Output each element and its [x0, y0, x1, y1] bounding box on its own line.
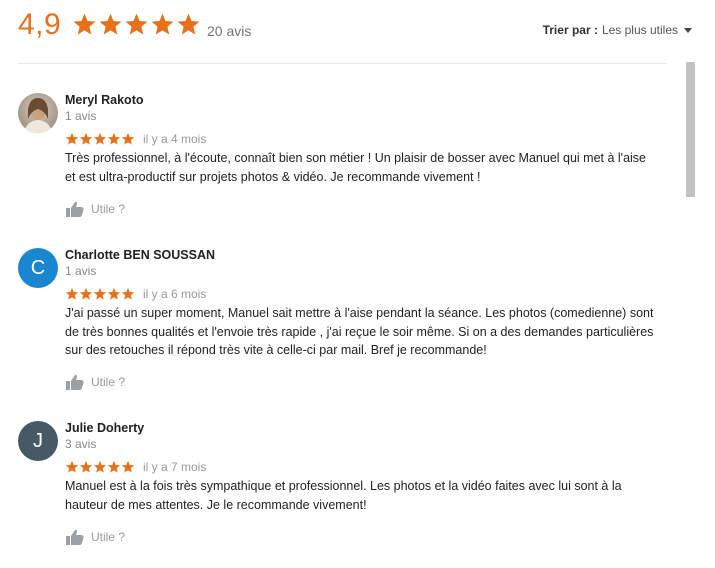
- sort-dropdown[interactable]: Trier par : Les plus utiles: [543, 23, 692, 37]
- reviews-header: 4,9 20 avis Trier par : Les plus utiles: [0, 0, 715, 62]
- review-count[interactable]: 20 avis: [207, 23, 251, 39]
- reviewer-review-count: 1 avis: [65, 264, 97, 278]
- reviewer-review-count: 1 avis: [65, 109, 97, 123]
- avatar[interactable]: C: [18, 248, 58, 288]
- star-icon: [99, 13, 122, 35]
- star-icon: [65, 132, 79, 145]
- reviewer-name[interactable]: Charlotte BEN SOUSSAN: [65, 248, 215, 262]
- star-icon: [125, 13, 148, 35]
- avatar[interactable]: J: [18, 421, 58, 461]
- sort-value: Les plus utiles: [601, 23, 678, 37]
- thumbs-up-icon: [66, 374, 84, 390]
- helpful-label: Utile ?: [91, 202, 126, 216]
- star-icon: [79, 132, 93, 145]
- star-icon: [151, 13, 174, 35]
- review-stars: [65, 460, 135, 474]
- reviewer-review-count: 3 avis: [65, 437, 97, 451]
- star-icon: [65, 287, 79, 300]
- helpful-button[interactable]: Utile ?: [66, 201, 125, 217]
- star-icon: [79, 460, 93, 473]
- review-text: Très professionnel, à l'écoute, connaît …: [65, 151, 646, 184]
- star-icon: [93, 460, 107, 473]
- star-icon: [107, 132, 121, 145]
- star-icon: [121, 287, 135, 300]
- chevron-down-icon: [684, 28, 692, 33]
- review-stars: [65, 287, 135, 301]
- star-icon: [107, 460, 121, 473]
- helpful-label: Utile ?: [91, 530, 126, 544]
- star-icon: [65, 460, 79, 473]
- star-icon: [121, 132, 135, 145]
- helpful-button[interactable]: Utile ?: [66, 374, 125, 390]
- review-stars: [65, 132, 135, 146]
- avatar[interactable]: [18, 93, 58, 133]
- review-text: J'ai passé un super moment, Manuel sait …: [65, 306, 654, 357]
- scrollbar-thumb[interactable]: [686, 62, 695, 197]
- review-date: il y a 4 mois: [143, 132, 207, 146]
- star-icon: [177, 13, 200, 35]
- header-divider: [18, 63, 667, 64]
- sort-label: Trier par :: [542, 23, 598, 37]
- star-icon: [93, 132, 107, 145]
- thumbs-up-icon: [66, 529, 84, 545]
- reviewer-name[interactable]: Julie Doherty: [65, 421, 144, 435]
- star-icon: [121, 460, 135, 473]
- review-date: il y a 7 mois: [143, 460, 207, 474]
- average-rating: 4,9: [18, 8, 62, 41]
- review-text: Manuel est à la fois très sympathique et…: [65, 479, 622, 512]
- review-date: il y a 6 mois: [143, 287, 207, 301]
- star-icon: [79, 287, 93, 300]
- star-icon: [73, 13, 96, 35]
- helpful-label: Utile ?: [91, 375, 126, 389]
- helpful-button[interactable]: Utile ?: [66, 529, 125, 545]
- star-icon: [93, 287, 107, 300]
- star-icon: [107, 287, 121, 300]
- avatar-photo-icon: [18, 93, 58, 133]
- reviewer-name[interactable]: Meryl Rakoto: [65, 93, 144, 107]
- average-rating-stars: [72, 12, 201, 37]
- thumbs-up-icon: [66, 201, 84, 217]
